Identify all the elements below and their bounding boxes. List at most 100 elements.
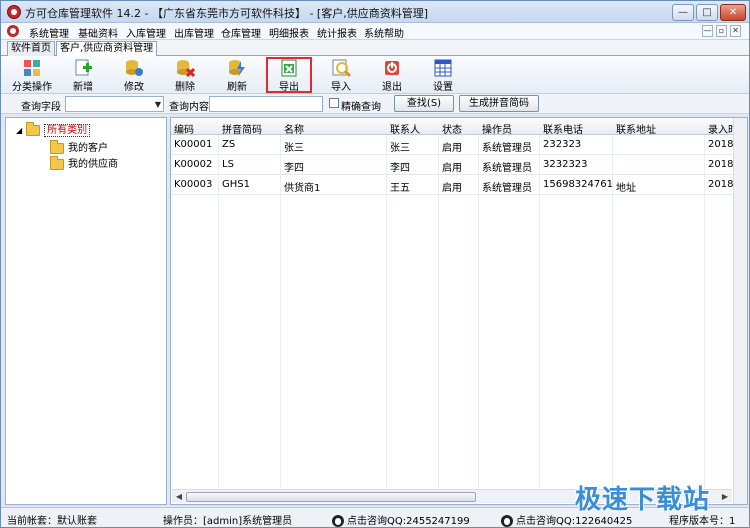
tree-root[interactable]: ◢ 所有类别 (16, 121, 91, 137)
cell: 系统管理员 (482, 163, 532, 174)
data-grid: 编码 拼音简码 名称 联系人 状态 操作员 联系电话 联系地址 录入时 K000… (170, 117, 748, 505)
query-content-label: 查询内容 (169, 102, 209, 113)
table-row[interactable]: K00003 GHS1 供货商1 王五 启用 系统管理员 15698324761… (171, 175, 747, 195)
mdi-restore-button[interactable]: ▫ (716, 25, 727, 37)
query-field-label: 查询字段 (21, 102, 61, 113)
grid-header: 编码 拼音简码 名称 联系人 状态 操作员 联系电话 联系地址 录入时 (171, 118, 747, 136)
cell: 张三 (284, 143, 304, 154)
refresh-label: 刷新 (227, 82, 247, 93)
tree-item-label: 我的供应商 (68, 159, 118, 170)
vertical-scrollbar[interactable] (733, 118, 747, 504)
mdi-minimize-button[interactable]: — (702, 25, 713, 37)
qq-consult-link-1[interactable]: 点击咨询QQ:2455247199 (332, 512, 470, 527)
import-icon (332, 59, 351, 78)
tree-expand-icon[interactable]: ◢ (16, 126, 22, 135)
cell: 供货商1 (284, 183, 321, 194)
menu-stat-report[interactable]: 统计报表 (317, 25, 357, 40)
menu-base-data[interactable]: 基础资料 (78, 25, 118, 40)
toolbar: 分类操作 新增 修改 删除 刷新 导出 导入 退出 设置 (1, 56, 749, 94)
refresh-button[interactable]: 刷新 (214, 57, 260, 93)
column-header[interactable]: 联系地址 (616, 121, 656, 136)
delete-button[interactable]: 删除 (162, 57, 208, 93)
cell: 启用 (442, 163, 462, 174)
category-button[interactable]: 分类操作 (9, 57, 55, 93)
add-button[interactable]: 新增 (60, 57, 106, 93)
minimize-button[interactable]: — (672, 4, 694, 21)
scroll-left-icon[interactable]: ◀ (173, 491, 185, 503)
column-header[interactable]: 编码 (174, 121, 194, 136)
cell: 李四 (390, 163, 410, 174)
maximize-button[interactable]: □ (696, 4, 718, 21)
edit-button[interactable]: 修改 (111, 57, 157, 93)
delete-label: 删除 (175, 82, 195, 93)
column-header[interactable]: 联系电话 (543, 121, 583, 136)
query-field-select[interactable]: ▼ (65, 96, 164, 112)
column-header[interactable]: 名称 (284, 121, 304, 136)
folder-icon (50, 139, 64, 154)
cell: 李四 (284, 163, 304, 174)
export-button[interactable]: 导出 (266, 57, 312, 93)
export-label: 导出 (279, 82, 299, 93)
exact-query-checkbox[interactable] (329, 98, 339, 108)
folder-icon (26, 121, 41, 136)
cell: 系统管理员 (482, 183, 532, 194)
cell: 系统管理员 (482, 143, 532, 154)
category-icon (24, 60, 40, 76)
menu-logo-icon (7, 25, 19, 37)
generate-pinyin-button[interactable]: 生成拼音简码 (459, 95, 539, 112)
column-header[interactable]: 状态 (442, 121, 462, 136)
close-button[interactable]: ✕ (720, 4, 746, 21)
scroll-thumb[interactable] (186, 492, 476, 502)
cell: 15698324761 (543, 179, 613, 190)
scroll-right-icon[interactable]: ▶ (719, 491, 731, 503)
menu-help[interactable]: 系统帮助 (364, 25, 404, 40)
qq-consult-text: 点击咨询QQ:2455247199 (347, 516, 470, 527)
cell: 王五 (390, 183, 410, 194)
cell: 张三 (390, 143, 410, 154)
exit-button[interactable]: 退出 (369, 57, 415, 93)
column-header[interactable]: 联系人 (390, 121, 420, 136)
query-content-input[interactable] (209, 96, 323, 112)
menu-warehouse[interactable]: 仓库管理 (221, 25, 261, 40)
menu-stock-in[interactable]: 入库管理 (126, 25, 166, 40)
table-row[interactable]: K00001 ZS 张三 张三 启用 系统管理员 232323 2018-0 (171, 135, 747, 155)
status-account: 当前帐套：默认账套 (7, 516, 97, 527)
column-header[interactable]: 操作员 (482, 121, 512, 136)
menu-system[interactable]: 系统管理 (29, 25, 69, 40)
qq-penguin-icon (332, 515, 344, 527)
search-button[interactable]: 查找(S) (394, 95, 454, 112)
menu-bar: 系统管理 基础资料 入库管理 出库管理 仓库管理 明细报表 统计报表 系统帮助 … (1, 23, 749, 40)
cell: GHS1 (222, 179, 250, 190)
tree-item-label: 我的客户 (68, 143, 108, 154)
category-tree: ◢ 所有类别 我的客户 我的供应商 (5, 117, 167, 505)
category-label: 分类操作 (12, 82, 52, 93)
exit-icon (385, 61, 399, 75)
edit-icon (126, 60, 143, 76)
qq-penguin-icon (501, 515, 513, 527)
edit-label: 修改 (124, 82, 144, 93)
qq-consult-text: 点击咨询QQ:122640425 (516, 516, 633, 527)
cell: 地址 (616, 183, 636, 194)
chevron-down-icon: ▼ (154, 100, 161, 109)
menu-detail-report[interactable]: 明细报表 (269, 25, 309, 40)
cell: K00003 (174, 179, 213, 190)
mdi-close-button[interactable]: ✕ (730, 25, 741, 37)
tree-item-suppliers[interactable]: 我的供应商 (50, 155, 118, 171)
main-window: 方可仓库管理软件 14.2 - 【广东省东莞市方可软件科技】 - [客户,供应商… (0, 0, 750, 528)
tab-customer-supplier[interactable]: 客户,供应商资料管理 (56, 41, 158, 57)
menu-stock-out[interactable]: 出库管理 (174, 25, 214, 40)
exact-query-label: 精确查询 (341, 102, 381, 113)
cell: 启用 (442, 143, 462, 154)
refresh-icon (229, 60, 245, 77)
settings-button[interactable]: 设置 (420, 57, 466, 93)
site-watermark: 极速下载站 (575, 485, 711, 515)
import-button[interactable]: 导入 (318, 57, 364, 93)
cell: 3232323 (543, 159, 588, 170)
settings-label: 设置 (433, 82, 453, 93)
column-header[interactable]: 拼音简码 (222, 121, 262, 136)
tab-home[interactable]: 软件首页 (7, 41, 55, 56)
status-operator: 操作员：[admin]系统管理员 (163, 516, 293, 527)
add-label: 新增 (73, 82, 93, 93)
table-row[interactable]: K00002 LS 李四 李四 启用 系统管理员 3232323 2018-0 (171, 155, 747, 175)
tree-item-customers[interactable]: 我的客户 (50, 139, 108, 155)
